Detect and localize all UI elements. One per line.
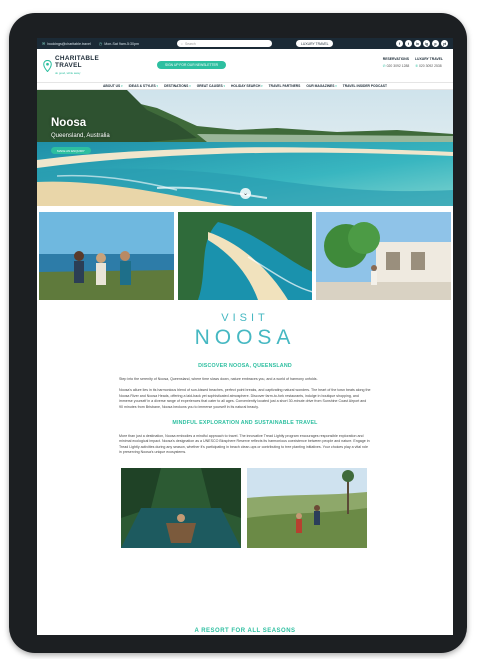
luxury-travel-label: LUXURY TRAVEL — [414, 57, 443, 61]
gallery-photo-street[interactable] — [316, 212, 452, 300]
main-navigation: ABOUT US ▾ IDEAS & STYLES ▾ DESTINATIONS ▾… — [37, 82, 453, 90]
nav-item-our-magazines[interactable]: OUR MAGAZINES ▾ — [306, 84, 336, 88]
chevron-down-icon: ▾ — [334, 84, 337, 88]
nav-item-travel-partners[interactable]: TRAVEL PARTNERS — [269, 84, 301, 88]
nav-item-label: HOLIDAY SEARCH — [231, 84, 261, 88]
logo-tagline: do good, while away — [55, 70, 81, 75]
top-utility-bar: ✉ bookings@charitable.travel ◷ Mon-Sat 9… — [37, 38, 453, 49]
email-text: bookings@charitable.travel — [47, 41, 91, 46]
chevron-down-icon: ▾ — [120, 84, 123, 88]
site-logo[interactable]: CHARITABLE TRAVEL do good, while away — [43, 56, 99, 75]
newsletter-signup-button[interactable]: SIGN UP FOR OUR NEWSLETTER — [157, 61, 227, 69]
opening-hours: ◷ Mon-Sat 9am-5:30pm — [99, 41, 139, 46]
intro-paragraph: Step into the serenity of Noosa, Queensl… — [119, 377, 318, 381]
hours-text: Mon-Sat 9am-5:30pm — [104, 41, 140, 46]
mail-icon: ✉ — [42, 41, 46, 46]
chevron-down-icon: ▾ — [260, 84, 263, 88]
browser-viewport: ✉ bookings@charitable.travel ◷ Mon-Sat 9… — [37, 38, 453, 635]
phone-icon: ✆ — [382, 64, 386, 68]
hero-title: Noosa — [51, 117, 87, 129]
luxury-phone[interactable]: ✆ 020 3092 2538 — [415, 64, 441, 68]
allure-paragraph: Noosa's allure lies in its harmonious bl… — [119, 388, 371, 409]
logo-line-2: TRAVEL — [55, 62, 82, 69]
phone-icon: ✆ — [415, 64, 419, 68]
social-links: f t in ig p yt — [396, 40, 448, 47]
linkedin-icon[interactable]: in — [414, 40, 421, 47]
make-enquiry-button[interactable]: MAKE AN ENQUIRY — [51, 147, 91, 154]
photo-hikers-hill[interactable] — [247, 467, 367, 548]
pinterest-icon[interactable]: p — [432, 40, 439, 47]
chevron-down-icon: ▾ — [188, 84, 191, 88]
twitter-icon[interactable]: t — [405, 40, 412, 47]
search-input[interactable]: ⌕ Search — [177, 40, 273, 47]
email-link[interactable]: ✉ bookings@charitable.travel — [42, 41, 91, 46]
content-photos — [37, 467, 453, 548]
contact-block: RESERVATIONS LUXURY TRAVEL ✆ 020 3092 12… — [383, 57, 443, 68]
scroll-down-chevron-icon[interactable]: ⌄ — [240, 188, 251, 199]
map-pin-icon — [43, 59, 52, 72]
luxury-phone-number: 020 3092 2538 — [419, 64, 442, 68]
nav-item-label: OUR MAGAZINES — [306, 84, 335, 88]
visit-noosa-heading: VISIT NOOSA — [37, 312, 453, 350]
gallery-photo-beach-aerial[interactable] — [177, 212, 313, 300]
nav-item-about-us[interactable]: ABOUT US ▾ — [103, 84, 123, 88]
nav-item-ideas-styles[interactable]: IDEAS & STYLES ▾ — [129, 84, 158, 88]
chevron-down-icon: ▾ — [155, 84, 159, 88]
reservations-phone[interactable]: ✆ 020 3092 1288 — [383, 64, 409, 68]
photo-gallery — [37, 206, 453, 300]
noosa-label: NOOSA — [194, 326, 296, 349]
photo-canoe-river[interactable] — [121, 467, 241, 548]
chevron-down-icon: ▾ — [222, 84, 226, 88]
resort-heading: A RESORT FOR ALL SEASONS — [194, 628, 296, 634]
nav-item-label: TRAVEL PARTNERS — [268, 84, 301, 88]
hero-banner: Noosa Queensland, Australia MAKE AN ENQU… — [37, 90, 453, 206]
mindful-paragraph: More than just a destination, Noosa embo… — [119, 434, 370, 455]
instagram-icon[interactable]: ig — [423, 40, 430, 47]
discover-heading: DISCOVER NOOSA, QUEENSLAND — [198, 363, 292, 369]
facebook-icon[interactable]: f — [396, 40, 403, 47]
nav-item-label: GREAT CAUSES — [196, 84, 223, 88]
hero-subtitle: Queensland, Australia — [51, 133, 110, 139]
nav-item-label: TRAVEL INSIDER PODCAST — [342, 84, 387, 88]
luxury-travel-button[interactable]: LUXURY TRAVEL — [296, 40, 334, 47]
reservations-phone-number: 020 3092 1288 — [386, 64, 410, 68]
clock-icon: ◷ — [98, 41, 103, 46]
site-header: CHARITABLE TRAVEL do good, while away SI… — [37, 49, 453, 82]
nav-item-label: ABOUT US — [103, 84, 121, 88]
visit-label: VISIT — [221, 312, 269, 324]
nav-item-destinations[interactable]: DESTINATIONS ▾ — [164, 84, 191, 88]
search-placeholder: Search — [184, 41, 196, 46]
nav-item-travel-insider-podcast[interactable]: TRAVEL INSIDER PODCAST — [343, 84, 387, 88]
nav-item-great-causes[interactable]: GREAT CAUSES ▾ — [197, 84, 225, 88]
youtube-icon[interactable]: yt — [441, 40, 448, 47]
reservations-label: RESERVATIONS — [382, 57, 409, 61]
nav-item-label: IDEAS & STYLES — [128, 84, 156, 88]
nav-item-label: DESTINATIONS — [164, 84, 189, 88]
nav-item-holiday-search[interactable]: HOLIDAY SEARCH ▾ — [231, 84, 263, 88]
mindful-heading: MINDFUL EXPLORATION AND SUSTAINABLE TRAV… — [172, 420, 318, 427]
search-icon: ⌕ — [181, 41, 183, 46]
gallery-photo-hikers[interactable] — [39, 212, 174, 300]
